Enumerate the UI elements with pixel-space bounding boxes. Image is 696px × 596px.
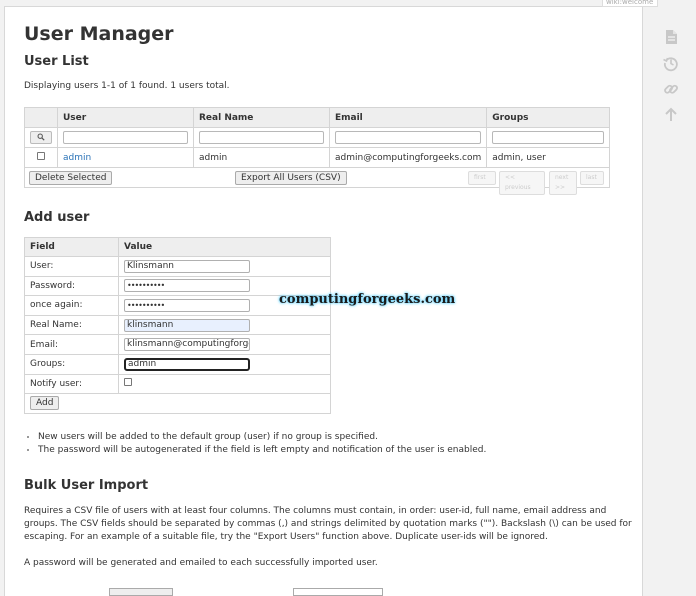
add-user-table: Field Value User: Klinsmann Password: ••… <box>24 237 331 414</box>
back-to-top-icon[interactable] <box>662 106 680 124</box>
form-row-real-name: Real Name: klinsmann <box>24 314 331 336</box>
history-icon[interactable] <box>662 54 680 72</box>
filter-email-input[interactable] <box>335 131 482 144</box>
password-field[interactable]: •••••••••• <box>124 279 250 293</box>
form-row-user: User: Klinsmann <box>24 256 331 277</box>
pager-next-button[interactable]: next >> <box>549 171 577 195</box>
user-label: User: <box>24 256 119 277</box>
filter-email-cell <box>328 127 488 148</box>
password-again-label: once again: <box>24 295 119 316</box>
bulk-import-controls <box>109 588 409 596</box>
choose-file-button[interactable] <box>109 588 173 596</box>
notify-user-checkbox[interactable] <box>124 378 132 387</box>
notify-value-cell <box>118 373 331 395</box>
user-list-heading: User List <box>24 54 89 69</box>
form-row-email: Email: klinsmann@computingforgee <box>24 334 331 355</box>
password-label: Password: <box>24 275 119 297</box>
groups-field[interactable]: admin <box>124 357 250 371</box>
pager-last-button[interactable]: last <box>580 171 604 185</box>
pager-previous-button[interactable]: << previous <box>499 171 545 195</box>
column-header-user: User <box>57 107 194 128</box>
search-button[interactable] <box>30 130 52 144</box>
delete-selected-button[interactable]: Delete Selected <box>29 171 113 185</box>
form-row-submit: Add <box>24 393 331 414</box>
filter-row <box>24 127 610 148</box>
column-header-real-name: Real Name <box>193 107 330 128</box>
cell-user: admin <box>57 147 194 168</box>
filter-real-name-cell <box>193 127 330 148</box>
cell-email: admin@computingforgeeks.com <box>328 147 488 168</box>
real-name-label: Real Name: <box>24 314 119 336</box>
password-again-field[interactable]: •••••••••• <box>124 298 250 312</box>
note-item: The password will be autogenerated if th… <box>38 444 486 457</box>
row-select-cell <box>24 147 58 168</box>
table-header-row: User Real Name Email Groups <box>24 107 610 128</box>
cell-real-name: admin <box>193 147 330 168</box>
backlink-icon[interactable] <box>662 80 680 98</box>
real-name-field[interactable]: klinsmann <box>124 318 250 332</box>
form-row-notify: Notify user: <box>24 373 331 395</box>
groups-value-cell: admin <box>118 353 331 375</box>
import-button[interactable] <box>293 588 383 596</box>
actions-row: Delete Selected Export All Users (CSV) f… <box>24 167 610 195</box>
filter-user-cell <box>57 127 194 148</box>
page-title: User Manager <box>24 23 174 45</box>
add-user-heading: Add user <box>24 210 90 225</box>
column-header-email: Email <box>328 107 488 128</box>
watermark: computingforgeeks.com <box>279 292 456 307</box>
pager-first-button[interactable]: first <box>468 171 496 185</box>
add-header-row: Field Value <box>24 237 331 257</box>
groups-label: Groups: <box>24 353 119 375</box>
real-name-value-cell: klinsmann <box>118 314 331 336</box>
wiki-page-id: wiki:welcome <box>602 0 658 7</box>
column-header-field: Field <box>24 237 119 257</box>
add-button[interactable]: Add <box>30 396 60 411</box>
email-label: Email: <box>24 334 119 355</box>
user-link[interactable]: admin <box>63 153 91 163</box>
page-icon[interactable] <box>662 28 680 46</box>
user-id-field[interactable]: Klinsmann <box>124 259 250 273</box>
notify-label: Notify user: <box>24 373 119 395</box>
filter-real-name-input[interactable] <box>199 131 324 144</box>
actions-cell: Delete Selected Export All Users (CSV) f… <box>24 167 610 195</box>
row-checkbox[interactable] <box>37 152 45 160</box>
column-header-groups: Groups <box>486 107 610 128</box>
email-field[interactable]: klinsmann@computingforgee <box>124 338 250 352</box>
form-row-groups: Groups: admin <box>24 353 331 375</box>
user-list-table: User Real Name Email Groups admin admin … <box>24 107 610 195</box>
filter-groups-cell <box>486 127 610 148</box>
bulk-import-description: Requires a CSV file of users with at lea… <box>24 506 632 542</box>
bulk-import-password-note: A password will be generated and emailed… <box>24 558 378 568</box>
column-header-value: Value <box>118 237 331 257</box>
search-icon <box>37 133 45 141</box>
email-value-cell: klinsmann@computingforgee <box>118 334 331 355</box>
export-users-button[interactable]: Export All Users (CSV) <box>235 171 347 185</box>
user-list-summary: Displaying users 1-1 of 1 found. 1 users… <box>24 81 230 91</box>
bulk-import-heading: Bulk User Import <box>24 478 149 493</box>
table-row: admin admin admin@computingforgeeks.com … <box>24 147 610 168</box>
user-value-cell: Klinsmann <box>118 256 331 277</box>
cell-groups: admin, user <box>486 147 610 168</box>
search-cell <box>24 127 58 148</box>
submit-cell: Add <box>24 393 331 414</box>
add-user-notes: New users will be added to the default g… <box>24 431 486 457</box>
filter-user-input[interactable] <box>63 131 188 144</box>
note-item: New users will be added to the default g… <box>38 431 486 444</box>
filter-groups-input[interactable] <box>492 131 604 144</box>
select-column-header <box>24 107 58 128</box>
